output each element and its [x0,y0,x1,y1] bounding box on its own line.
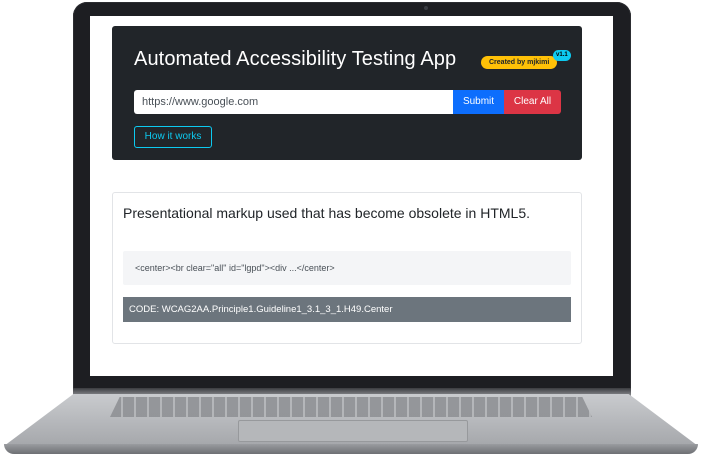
app-header: Automated Accessibility Testing App Crea… [112,26,582,160]
code-snippet: <center><br clear="all" id="lgpd"><div .… [123,251,571,285]
laptop-screen: Automated Accessibility Testing App Crea… [90,16,613,376]
url-input[interactable] [134,90,453,114]
keyboard-keys [110,397,592,417]
author-badge: Created by mjkimi [481,56,558,69]
wcag-code-label: CODE: WCAG2AA.Principle1.Guideline1_3.1_… [123,297,571,322]
result-card: Presentational markup used that has beco… [112,192,582,344]
clear-all-button[interactable]: Clear All [504,90,561,114]
webcam-icon [424,6,428,10]
laptop-front-edge [4,444,698,454]
touchpad [238,420,468,442]
how-it-works-button[interactable]: How it works [134,126,212,148]
version-badge: v1.1 [553,50,571,61]
app-title: Automated Accessibility Testing App [134,48,457,70]
submit-button[interactable]: Submit [453,90,504,114]
issue-message: Presentational markup used that has beco… [123,205,531,221]
